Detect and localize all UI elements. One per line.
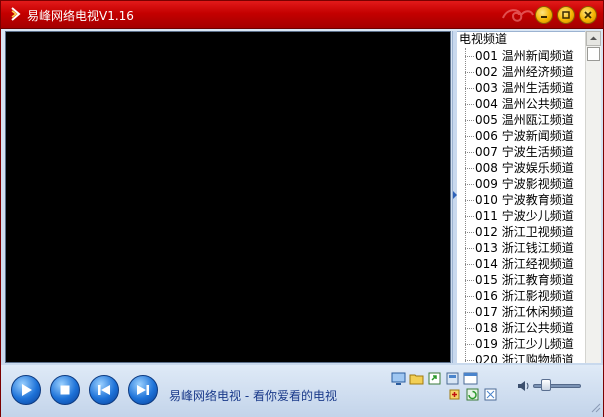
tree-branch-line (465, 120, 474, 121)
channel-item[interactable]: 003 温州生活频道 (465, 80, 574, 96)
channel-item[interactable]: 005 温州瓯江频道 (465, 112, 574, 128)
screen-capture-icon[interactable] (391, 371, 406, 386)
channel-tree: 电视频道 001 温州新闻频道 002 温州经济频道 003 温州生活频道 004 温… (457, 31, 585, 363)
tree-branch-line (465, 216, 474, 217)
channel-item[interactable]: 004 温州公共频道 (465, 96, 574, 112)
close-button[interactable] (579, 6, 597, 24)
maximize-icon (562, 11, 570, 19)
channel-item[interactable]: 010 宁波教育频道 (465, 192, 574, 208)
tree-branch-line (465, 312, 474, 313)
channel-item[interactable]: 012 浙江卫视频道 (465, 224, 574, 240)
channel-label: 018 浙江公共频道 (475, 321, 574, 335)
tree-branch-line (465, 184, 474, 185)
slogan-text: 易峰网络电视 - 看你爱看的电视 (169, 389, 337, 403)
tree-branch-line (465, 296, 474, 297)
tree-branch-line (465, 280, 474, 281)
channel-label: 020 浙江购物频道 (475, 353, 574, 363)
channel-item[interactable]: 013 浙江钱江频道 (465, 240, 574, 256)
tree-branch-line (465, 136, 474, 137)
tree-branch-line (465, 264, 474, 265)
channel-label: 004 温州公共频道 (475, 97, 574, 111)
channel-item[interactable]: 017 浙江休闲频道 (465, 304, 574, 320)
channel-item[interactable]: 009 宁波影视频道 (465, 176, 574, 192)
title-bar[interactable]: 易峰网络电视V1.16 (1, 1, 603, 29)
open-folder-icon[interactable] (409, 371, 424, 386)
maximize-button[interactable] (557, 6, 575, 24)
add-channel-icon[interactable] (447, 387, 462, 402)
tree-branch-line (465, 232, 474, 233)
channel-label: 002 温州经济频道 (475, 65, 574, 79)
channel-label: 009 宁波影视频道 (475, 177, 574, 191)
window-title: 易峰网络电视V1.16 (27, 9, 134, 23)
channel-label: 005 温州瓯江频道 (475, 113, 574, 127)
channel-label: 014 浙江经视频道 (475, 257, 574, 271)
scroll-up-button[interactable] (586, 31, 601, 46)
volume-icon[interactable] (517, 379, 531, 393)
play-icon (22, 384, 32, 396)
channel-item[interactable]: 014 浙江经视频道 (465, 256, 574, 272)
channel-item[interactable]: 018 浙江公共频道 (465, 320, 574, 336)
fullscreen-icon[interactable] (483, 387, 498, 402)
scroll-up-arrow-icon (590, 36, 597, 40)
channel-item[interactable]: 020 浙江购物频道 (465, 352, 574, 363)
channel-label: 008 宁波娱乐频道 (475, 161, 574, 175)
tree-branch-line (465, 152, 474, 153)
channel-label: 016 浙江影视频道 (475, 289, 574, 303)
channel-item[interactable]: 015 浙江教育频道 (465, 272, 574, 288)
settings-icon[interactable] (445, 371, 460, 386)
export-icon[interactable] (427, 371, 442, 386)
channel-label: 006 宁波新闻频道 (475, 129, 574, 143)
channel-item[interactable]: 007 宁波生活频道 (465, 144, 574, 160)
previous-channel-button[interactable] (89, 375, 119, 405)
stop-icon (60, 385, 70, 395)
stop-button[interactable] (50, 375, 80, 405)
tree-branch-line (465, 344, 474, 345)
tree-branch-line (465, 248, 474, 249)
channel-label: 003 温州生活频道 (475, 81, 574, 95)
window-mode-icon[interactable] (463, 371, 478, 386)
channel-label: 007 宁波生活频道 (475, 145, 574, 159)
app-window: 易峰网络电视V1.16 电视频道 001 温州新闻频道 002 温州经济频道 003… (0, 0, 604, 417)
title-decoration-icon (502, 9, 534, 22)
channel-item[interactable]: 002 温州经济频道 (465, 64, 574, 80)
play-button[interactable] (11, 375, 41, 405)
channel-item[interactable]: 008 宁波娱乐频道 (465, 160, 574, 176)
channel-label: 012 浙江卫视频道 (475, 225, 574, 239)
scroll-thumb[interactable] (587, 47, 600, 61)
close-icon (584, 11, 592, 19)
control-bar: 易峰网络电视 - 看你爱看的电视 (1, 365, 603, 417)
channel-label: 013 浙江钱江频道 (475, 241, 574, 255)
tree-root-label[interactable]: 电视频道 (459, 32, 507, 47)
resize-grip-icon[interactable] (589, 401, 601, 413)
channel-label: 017 浙江休闲频道 (475, 305, 574, 319)
channel-label: 011 宁波少儿频道 (475, 209, 574, 223)
tree-branch-line (465, 88, 474, 89)
minimize-icon (541, 16, 547, 18)
app-logo-icon (11, 7, 21, 21)
tree-branch-line (465, 200, 474, 201)
tree-branch-line (465, 104, 474, 105)
channel-label: 019 浙江少儿频道 (475, 337, 574, 351)
tree-branch-line (465, 360, 474, 361)
tree-branch-line (465, 328, 474, 329)
channel-label: 015 浙江教育频道 (475, 273, 574, 287)
tree-branch-line (465, 168, 474, 169)
channel-scrollbar[interactable] (585, 31, 601, 363)
channel-label: 010 宁波教育频道 (475, 193, 574, 207)
channel-label: 001 温州新闻频道 (475, 49, 574, 63)
refresh-icon[interactable] (465, 387, 480, 402)
video-display[interactable] (5, 31, 451, 363)
next-channel-button[interactable] (128, 375, 158, 405)
channel-item[interactable]: 006 宁波新闻频道 (465, 128, 574, 144)
channel-item[interactable]: 001 温州新闻频道 (465, 48, 574, 64)
channel-item[interactable]: 019 浙江少儿频道 (465, 336, 574, 352)
tree-branch-line (465, 56, 474, 57)
previous-icon (98, 385, 110, 395)
next-icon (137, 385, 149, 395)
channel-item[interactable]: 016 浙江影视频道 (465, 288, 574, 304)
tree-branch-line (465, 72, 474, 73)
channel-item[interactable]: 011 宁波少儿频道 (465, 208, 574, 224)
volume-slider-thumb[interactable] (540, 379, 551, 391)
minimize-button[interactable] (535, 6, 553, 24)
